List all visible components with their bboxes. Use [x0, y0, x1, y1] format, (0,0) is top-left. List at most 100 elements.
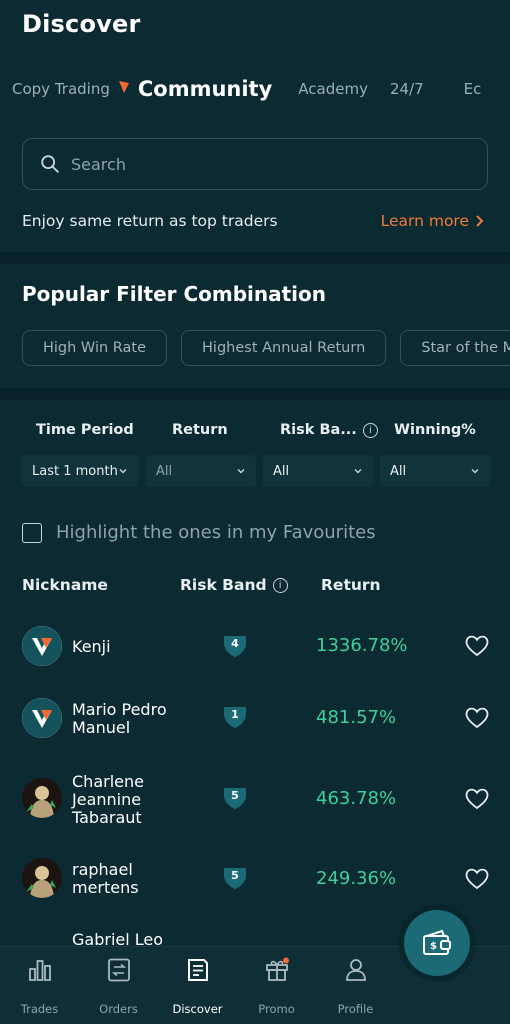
- winning-value: All: [390, 463, 407, 479]
- svg-text:$: $: [430, 941, 437, 952]
- return-value: 249.36%: [316, 868, 397, 889]
- heart-icon[interactable]: [465, 788, 489, 812]
- tab-academy[interactable]: Academy: [298, 80, 368, 98]
- popular-filter-title: Popular Filter Combination: [22, 282, 327, 306]
- nickname-line: Tabaraut: [72, 808, 142, 827]
- avatar: [22, 858, 62, 898]
- section-divider: [0, 252, 510, 264]
- bar-chart-icon: [28, 960, 51, 981]
- tab-community[interactable]: Community: [138, 77, 272, 101]
- risk-band-badge: 1: [222, 704, 248, 730]
- gift-icon: [265, 957, 289, 981]
- learn-more-label: Learn more: [380, 212, 469, 230]
- table-row[interactable]: Kenji 4 1336.78%: [0, 612, 510, 682]
- risk-band-value: All: [273, 463, 290, 479]
- learn-more-link[interactable]: Learn more: [381, 212, 484, 230]
- risk-band-badge: 4: [222, 633, 248, 659]
- return-value: 463.78%: [316, 788, 397, 809]
- winning-select[interactable]: All: [380, 455, 490, 487]
- filter-selects: Last 1 month All All All: [22, 455, 490, 487]
- info-icon[interactable]: i: [272, 577, 288, 593]
- table-row[interactable]: Charlene Jeannine Tabaraut 5 463.78%: [0, 756, 510, 844]
- v-logo-icon: [22, 626, 62, 666]
- risk-band-column-header: Risk Band i: [180, 576, 288, 594]
- chevron-down-icon: [119, 469, 127, 474]
- winning-header: Winning%: [394, 422, 476, 438]
- promo-text: Enjoy same return as top traders: [22, 212, 278, 230]
- filter-chips: High Win Rate Highest Annual Return Star…: [22, 330, 510, 366]
- orders-icon: [107, 958, 130, 982]
- trader-nickname: Mario Pedro Manuel: [72, 701, 182, 737]
- profile-photo-icon: [22, 858, 62, 898]
- nav-trades-label: Trades: [20, 1002, 59, 1016]
- chevron-right-icon: [476, 215, 484, 227]
- page-title: Discover: [22, 10, 141, 38]
- nav-orders[interactable]: Orders: [79, 947, 158, 1024]
- nav-orders-label: Orders: [99, 1002, 138, 1016]
- wallet-fab-button[interactable]: $: [404, 910, 470, 976]
- heart-icon[interactable]: [465, 635, 489, 659]
- user-icon: [345, 959, 366, 981]
- risk-band-select[interactable]: All: [263, 455, 373, 487]
- risk-band-value: 5: [231, 789, 239, 802]
- nav-trades[interactable]: Trades: [0, 947, 79, 1024]
- flame-icon: [118, 80, 130, 98]
- tab-24-7[interactable]: 24/7: [390, 80, 424, 98]
- trader-nickname: Charlene Jeannine Tabaraut: [72, 773, 182, 827]
- return-header: Return: [172, 422, 228, 438]
- trader-nickname: Kenji: [72, 638, 182, 656]
- nav-promo-label: Promo: [258, 1002, 295, 1016]
- risk-band-value: 4: [231, 637, 239, 650]
- risk-band-badge: 5: [222, 785, 248, 811]
- nickname-column-header: Nickname: [22, 576, 108, 594]
- risk-band-column-label: Risk Band: [180, 576, 267, 594]
- return-value: 1336.78%: [316, 635, 408, 656]
- favourites-label: Highlight the ones in my Favourites: [56, 522, 376, 543]
- table-row[interactable]: Mario Pedro Manuel 1 481.57%: [0, 682, 510, 756]
- nickname-line: Manuel: [72, 718, 131, 737]
- time-period-value: Last 1 month: [32, 463, 118, 479]
- trader-nickname: raphael mertens: [72, 861, 182, 897]
- return-value: All: [156, 463, 173, 479]
- info-icon[interactable]: i: [362, 422, 378, 438]
- search-input[interactable]: [71, 154, 431, 174]
- heart-icon[interactable]: [465, 707, 489, 731]
- return-value: 481.57%: [316, 707, 397, 728]
- nav-profile-label: Profile: [337, 1002, 374, 1016]
- chevron-down-icon: [471, 469, 479, 474]
- risk-band-value: 1: [231, 708, 239, 721]
- nav-discover-label: Discover: [172, 1002, 223, 1016]
- chevron-down-icon: [354, 469, 362, 474]
- nav-profile[interactable]: Profile: [316, 947, 395, 1024]
- risk-band-badge: 5: [222, 865, 248, 891]
- search-icon: [41, 155, 59, 173]
- section-divider: [0, 388, 510, 400]
- chip-star-of-the-month[interactable]: Star of the M: [400, 330, 510, 366]
- table-header: Nickname Risk Band i Return: [22, 576, 490, 598]
- return-select[interactable]: All: [146, 455, 256, 487]
- risk-band-value: 5: [231, 869, 239, 882]
- promo-row: Enjoy same return as top traders Learn m…: [22, 208, 484, 234]
- tab-partial[interactable]: Ec: [464, 80, 482, 98]
- favourites-checkbox[interactable]: [22, 522, 42, 543]
- chip-highest-annual-return[interactable]: Highest Annual Return: [181, 330, 387, 366]
- search-box[interactable]: [22, 138, 488, 190]
- profile-photo-icon: [22, 778, 62, 818]
- time-period-header: Time Period: [36, 422, 134, 438]
- avatar: [22, 626, 62, 666]
- nickname-line: mertens: [72, 878, 139, 897]
- avatar: [22, 698, 62, 738]
- nav-promo[interactable]: Promo: [237, 947, 316, 1024]
- filter-headers: Time Period Return Risk Ba... i Winning%: [22, 422, 490, 442]
- tab-copy-trading[interactable]: Copy Trading: [12, 80, 110, 98]
- category-tabs: Copy Trading Community Academy 24/7 Ec: [12, 72, 510, 106]
- favourites-toggle[interactable]: Highlight the ones in my Favourites: [22, 522, 376, 543]
- avatar: [22, 778, 62, 818]
- chip-high-win-rate[interactable]: High Win Rate: [22, 330, 168, 366]
- risk-band-header-label: Risk Ba...: [280, 422, 357, 438]
- table-row[interactable]: raphael mertens 5 249.36%: [0, 844, 510, 916]
- nickname-line: raphael: [72, 860, 133, 879]
- heart-icon[interactable]: [465, 868, 489, 892]
- time-period-select[interactable]: Last 1 month: [22, 455, 138, 487]
- nav-discover[interactable]: Discover: [158, 947, 237, 1024]
